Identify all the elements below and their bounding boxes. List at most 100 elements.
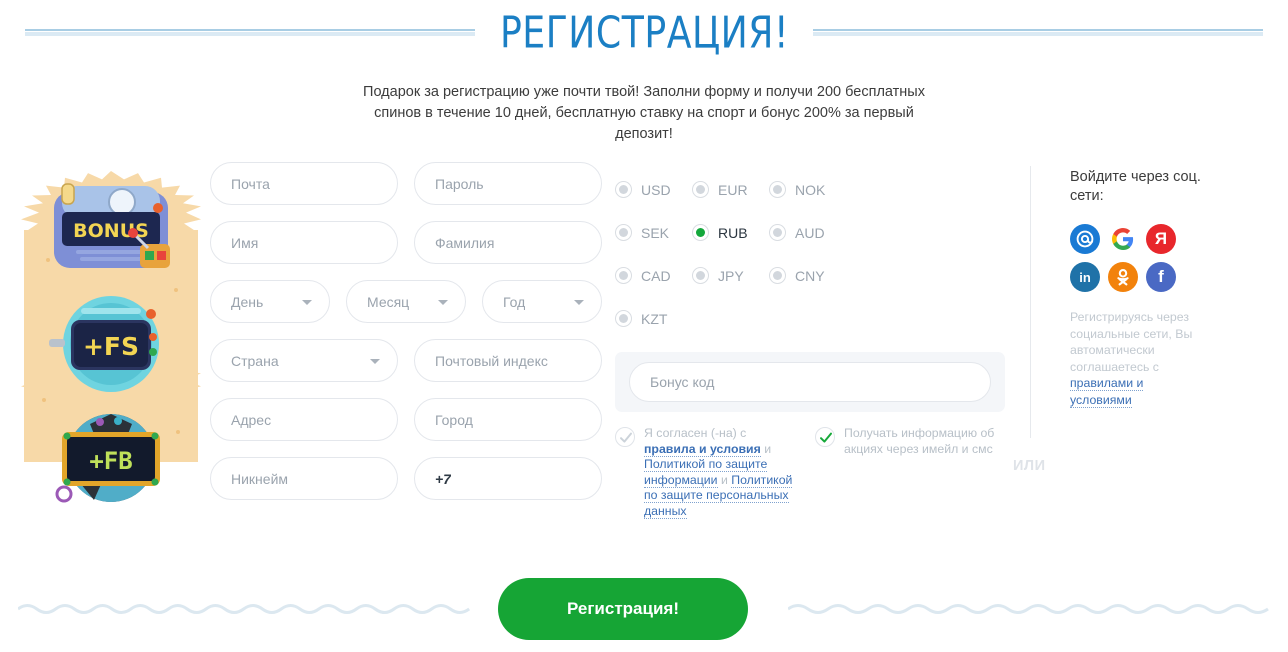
consent-plain-text: и [717, 472, 732, 487]
address-placeholder: Адрес [231, 411, 272, 428]
linkedin-icon[interactable]: in [1070, 262, 1100, 292]
consent-link[interactable]: правила и условия [644, 441, 761, 457]
page-title: РЕГИСТРАЦИЯ! [499, 7, 789, 58]
currency-label: AUD [795, 224, 825, 241]
vertical-divider [1030, 166, 1031, 438]
mailru-icon[interactable] [1070, 224, 1100, 254]
form-row-name: Имя Фамилия [210, 221, 602, 264]
google-icon[interactable] [1108, 224, 1138, 254]
radio-rub-icon[interactable] [692, 224, 709, 241]
currency-and-bonus-section: USD EUR NOK SEK RUB AUD CAD JPY CNY KZT Бонус код… [615, 168, 1015, 519]
email-placeholder: Почта [231, 175, 270, 192]
birth-month-placeholder: Месяц [367, 293, 410, 310]
phone-value: +7 [435, 470, 451, 487]
form-row-location: Страна Почтовый индекс [210, 339, 602, 382]
currency-option-cad[interactable]: CAD [615, 254, 692, 297]
currency-option-eur[interactable]: EUR [692, 168, 769, 211]
radio-eur-icon[interactable] [692, 181, 709, 198]
radio-kzt-icon[interactable] [615, 310, 632, 327]
birth-day-select[interactable]: День [210, 280, 330, 323]
radio-nok-icon[interactable] [769, 181, 786, 198]
city-placeholder: Город [435, 411, 473, 428]
currency-label: USD [641, 181, 671, 198]
social-login-title: Войдите через соц. сети: [1070, 169, 1201, 204]
page-subtitle: Подарок за регистрацию уже почти твой! З… [363, 84, 925, 142]
last-name-placeholder: Фамилия [435, 234, 495, 251]
country-select[interactable]: Страна [210, 339, 398, 382]
currency-option-aud[interactable]: AUD [769, 211, 846, 254]
social-consent-note: Регистрируясь через социальные сети, Вы … [1070, 309, 1205, 408]
currency-label: NOK [795, 181, 826, 198]
phone-field[interactable]: +7 [414, 457, 602, 500]
fb-panel-label: +FB [89, 447, 132, 475]
password-placeholder: Пароль [435, 175, 484, 192]
first-name-placeholder: Имя [231, 234, 259, 251]
city-field[interactable]: Город [414, 398, 602, 441]
postcode-field[interactable]: Почтовый индекс [414, 339, 602, 382]
consent-plain-text: и [760, 441, 772, 456]
yandex-icon[interactable]: Я [1146, 224, 1176, 254]
chevron-down-icon [574, 299, 584, 305]
radio-sek-icon[interactable] [615, 224, 632, 241]
fb-panel: +FB [55, 414, 160, 503]
consent-terms[interactable]: Я согласен (-на) с правила и условия и П… [615, 426, 797, 519]
address-field[interactable]: Адрес [210, 398, 398, 441]
fs-panel-label: +FS [83, 332, 139, 361]
wave-decoration-right [788, 604, 1269, 614]
currency-option-nok[interactable]: NOK [769, 168, 846, 211]
form-row-credentials: Почта Пароль [210, 162, 602, 205]
odnoklassniki-icon[interactable] [1108, 262, 1138, 292]
nickname-placeholder: Никнейм [231, 470, 289, 487]
radio-jpy-icon[interactable] [692, 267, 709, 284]
radio-usd-icon[interactable] [615, 181, 632, 198]
birth-month-select[interactable]: Месяц [346, 280, 466, 323]
checkbox-terms-unchecked-icon[interactable] [615, 427, 635, 447]
page-header: РЕГИСТРАЦИЯ! Подарок за регистрацию уже … [0, 0, 1288, 150]
birth-day-placeholder: День [231, 293, 264, 310]
currency-option-cny[interactable]: CNY [769, 254, 846, 297]
wave-decoration-left [18, 604, 470, 614]
social-note-text: Регистрируясь через социальные сети, Вы … [1070, 310, 1193, 374]
consent-plain-text: Получать информацию об акциях через имей… [844, 426, 995, 456]
currency-option-jpy[interactable]: JPY [692, 254, 769, 297]
bonus-code-input[interactable]: Бонус код [629, 362, 991, 402]
form-row-birthdate: День Месяц Год [210, 280, 602, 323]
checkbox-marketing-checked-icon[interactable] [815, 427, 835, 447]
birth-year-select[interactable]: Год [482, 280, 602, 323]
radio-aud-icon[interactable] [769, 224, 786, 241]
currency-label: CNY [795, 267, 825, 284]
currency-option-kzt[interactable]: KZT [615, 297, 692, 340]
radio-cny-icon[interactable] [769, 267, 786, 284]
consent-marketing[interactable]: Получать информацию об акциях через имей… [815, 426, 997, 519]
chevron-down-icon [370, 358, 380, 364]
consent-text: Получать информацию об акциях через имей… [844, 426, 997, 519]
social-terms-link[interactable]: правилами и условиями [1070, 376, 1144, 408]
consent-plain-text: Я согласен (-на) с [644, 426, 747, 440]
facebook-icon[interactable]: f [1146, 262, 1176, 292]
form-row-address: Адрес Город [210, 398, 602, 441]
social-login-section: Войдите через соц. сети: Яin f Регистриру… [1070, 168, 1270, 408]
radio-cad-icon[interactable] [615, 267, 632, 284]
consent-checkbox-group: Я согласен (-на) с правила и условия и П… [615, 426, 1015, 519]
currency-label: CAD [641, 267, 671, 284]
currency-radio-group: USD EUR NOK SEK RUB AUD CAD JPY CNY KZT [615, 168, 915, 340]
currency-option-usd[interactable]: USD [615, 168, 692, 211]
submit-registration-button[interactable]: Регистрация! [498, 578, 748, 640]
email-field[interactable]: Почта [210, 162, 398, 205]
consent-text: Я согласен (-на) с правила и условия и П… [644, 426, 797, 519]
password-field[interactable]: Пароль [414, 162, 602, 205]
social-icon-list: Яin f [1070, 224, 1210, 292]
first-name-field[interactable]: Имя [210, 221, 398, 264]
form-row-contact: Никнейм +7 [210, 457, 602, 500]
currency-label: EUR [718, 181, 748, 198]
chevron-down-icon [302, 299, 312, 305]
last-name-field[interactable]: Фамилия [414, 221, 602, 264]
currency-option-sek[interactable]: SEK [615, 211, 692, 254]
currency-option-rub[interactable]: RUB [692, 211, 769, 254]
title-rule-left [24, 29, 475, 36]
title-rule-right [813, 29, 1264, 36]
nickname-field[interactable]: Никнейм [210, 457, 398, 500]
currency-label: SEK [641, 224, 670, 241]
main-content: BONUS +FS +FB Почта Пароль Имя Фамилия Д… [0, 162, 1288, 542]
chevron-down-icon [438, 299, 448, 305]
